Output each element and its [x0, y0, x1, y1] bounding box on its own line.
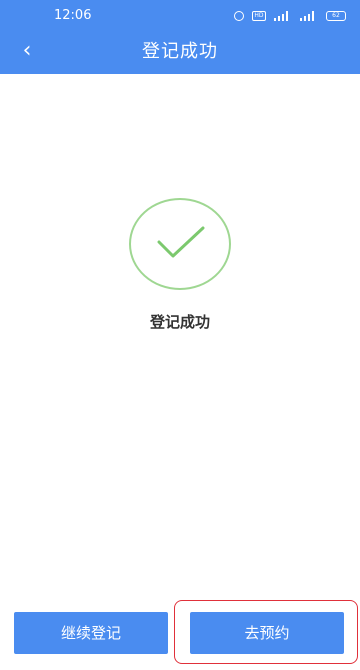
success-message: 登记成功 — [149, 313, 210, 331]
action-bar: 继续登记 去预约 — [0, 600, 360, 670]
check-icon — [157, 226, 205, 258]
reserve-button[interactable]: 去预约 — [190, 612, 344, 654]
battery-icon: 62 — [326, 11, 346, 21]
alarm-icon — [234, 11, 244, 21]
status-icons: HD 62 — [234, 9, 346, 23]
success-badge — [129, 198, 231, 290]
status-time: 12:06 — [54, 8, 92, 23]
page-title: 登记成功 — [142, 41, 218, 62]
nav-bar: ‹ 登记成功 — [0, 32, 360, 72]
hd-icon: HD — [252, 11, 266, 21]
result-content: 登记成功 — [0, 74, 360, 594]
signal-icon — [300, 11, 318, 21]
continue-register-button[interactable]: 继续登记 — [14, 612, 168, 654]
status-bar: 12:06 HD 62 — [0, 0, 360, 30]
signal-icon — [274, 11, 292, 21]
header: 12:06 HD 62 ‹ 登记成功 — [0, 0, 360, 74]
